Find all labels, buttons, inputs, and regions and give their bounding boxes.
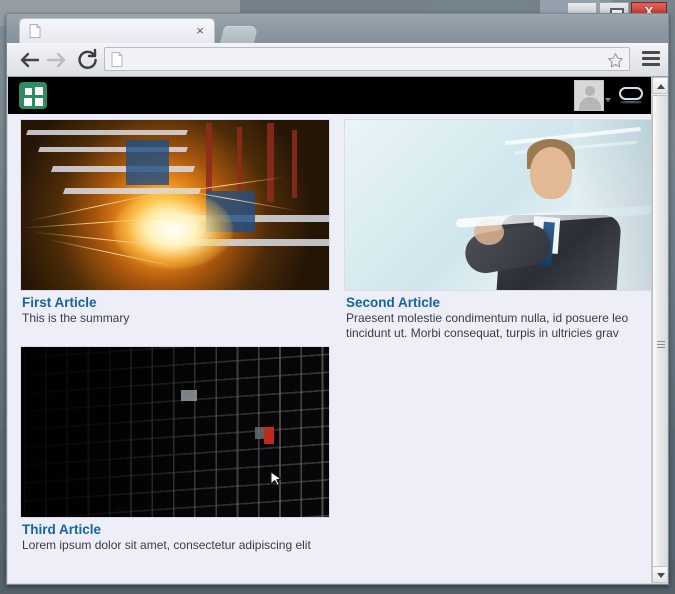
browser-toolbar <box>7 43 668 77</box>
user-avatar[interactable] <box>574 80 604 111</box>
new-tab-button[interactable] <box>219 26 259 43</box>
dark-building-facade-photo <box>20 346 330 518</box>
app-header-bar <box>8 77 653 114</box>
grid-logo[interactable] <box>19 82 47 109</box>
article-title[interactable]: Second Article <box>346 295 654 310</box>
article-card[interactable]: Third Article Lorem ipsum dolor sit amet… <box>20 346 330 553</box>
mouse-pointer <box>270 471 283 487</box>
article-title[interactable]: Third Article <box>22 522 330 537</box>
article-summary: Praesent molestie condimentum nulla, id … <box>346 311 629 340</box>
tab-strip: × <box>7 14 668 43</box>
article-card[interactable]: First Article This is the summary <box>20 119 330 326</box>
chevron-down-icon[interactable] <box>605 98 611 102</box>
tab-close-button[interactable]: × <box>193 24 207 38</box>
reload-icon[interactable] <box>75 48 99 72</box>
scroll-thumb[interactable] <box>652 95 667 583</box>
star-icon[interactable] <box>607 52 624 69</box>
page-viewport: First Article This is the summary Second… <box>8 77 667 583</box>
forward-arrow-icon[interactable] <box>45 48 69 72</box>
page-scrollbar[interactable] <box>651 77 667 583</box>
scroll-down-arrow[interactable] <box>652 566 667 583</box>
document-icon <box>111 52 123 67</box>
article-card[interactable]: Second Article Praesent molestie condime… <box>344 119 654 341</box>
scroll-up-arrow[interactable] <box>652 77 667 94</box>
scroll-grip-icon <box>657 341 665 349</box>
businessman-with-tablet-photo <box>344 119 654 291</box>
back-arrow-icon[interactable] <box>17 48 41 72</box>
document-icon <box>29 24 41 38</box>
article-summary: Lorem ipsum dolor sit amet, consectetur … <box>22 538 311 552</box>
address-bar[interactable] <box>104 47 630 71</box>
article-summary: This is the summary <box>22 311 130 325</box>
browser-window: × First Article This is the summary Seco… <box>6 13 669 585</box>
browser-tab[interactable]: × <box>19 18 215 43</box>
article-title[interactable]: First Article <box>22 295 330 310</box>
factory-welding-sparks-photo <box>20 119 330 291</box>
hamburger-menu-icon[interactable] <box>642 51 660 67</box>
chat-bubble-icon[interactable] <box>619 87 643 104</box>
